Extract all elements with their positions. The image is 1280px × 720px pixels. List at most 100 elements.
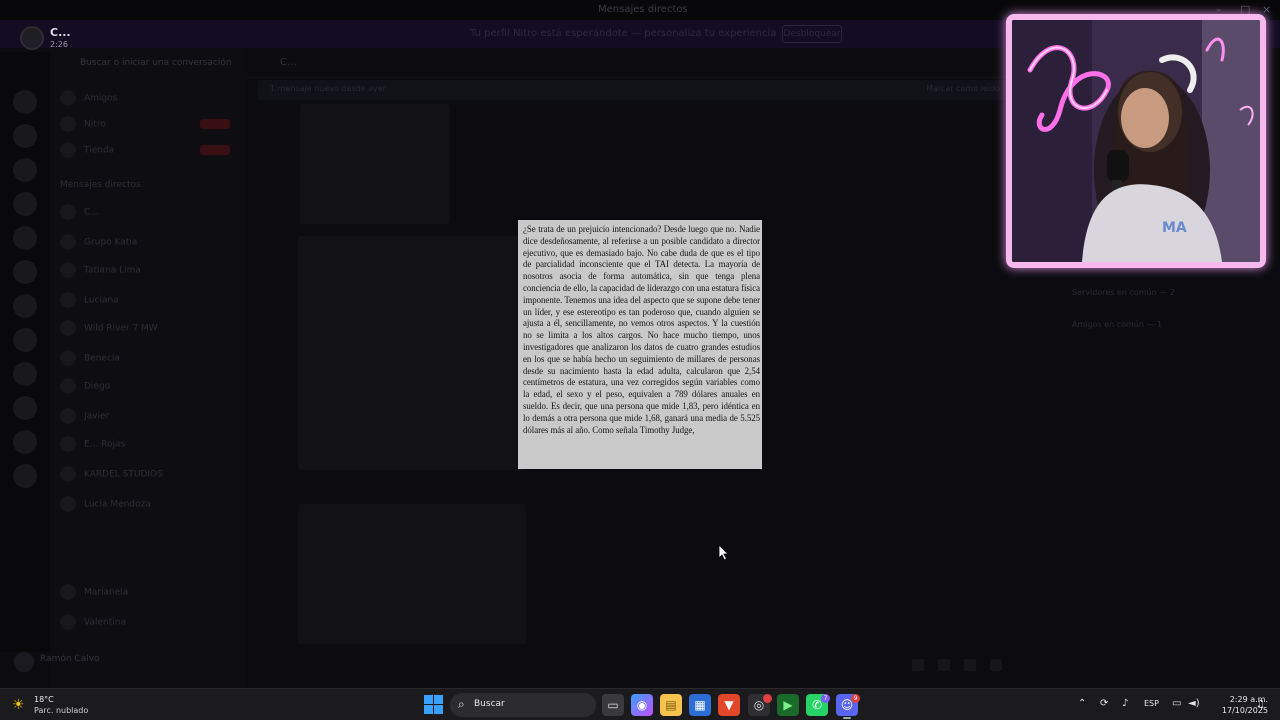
language-indicator[interactable]: ESP <box>1144 699 1159 708</box>
start-button[interactable] <box>424 695 444 715</box>
gift-icon[interactable] <box>912 659 924 671</box>
emoji-icon[interactable] <box>990 659 1002 671</box>
mark-read-link[interactable]: Marcar como leído <box>926 84 1000 93</box>
windows-logo-icon <box>424 705 433 714</box>
play-app-icon[interactable]: ▶ <box>777 694 799 716</box>
taskbar-search[interactable]: ⌕ Buscar <box>450 693 596 717</box>
server-list <box>0 52 50 652</box>
new-badge <box>200 119 230 129</box>
discord-icon[interactable]: ☺ 9 <box>836 694 860 719</box>
server-icon[interactable] <box>13 328 37 352</box>
mutual-servers[interactable]: Servidores en común — 2 <box>1072 288 1175 297</box>
call-avatar <box>20 26 44 50</box>
user-name: Ramón Calvo <box>40 654 100 664</box>
file-explorer-icon[interactable]: ▤ <box>660 694 682 716</box>
close-icon[interactable]: × <box>1262 3 1271 16</box>
cursor-icon <box>718 544 729 561</box>
avatar <box>60 234 76 250</box>
server-icon[interactable] <box>13 362 37 386</box>
nitro-icon <box>60 116 76 132</box>
sticker-icon[interactable] <box>964 659 976 671</box>
dm-item[interactable]: Javier <box>60 408 109 424</box>
windows-taskbar: ☀ 18°C Parc. nublado ⌕ Buscar ▭ ◉ ▤ ▦ ▼ … <box>0 688 1280 720</box>
dm-item[interactable]: KARDEL STUDIOS <box>60 466 163 482</box>
sidebar-item-nitro[interactable]: Nitro <box>60 116 106 132</box>
window-title: Mensajes directos <box>598 4 688 15</box>
dm-sidebar: Buscar o iniciar una conversación Amigos… <box>50 48 246 688</box>
banner-button[interactable]: Desbloquear <box>782 25 842 43</box>
shop-icon <box>60 142 76 158</box>
weather-condition: Parc. nublado <box>34 706 89 715</box>
windows-logo-icon <box>424 695 433 704</box>
dm-item[interactable]: Marianela <box>60 584 128 600</box>
dm-item[interactable]: Luciana <box>60 292 119 308</box>
chat-title: C... <box>280 57 297 68</box>
avatar <box>60 378 76 394</box>
weather-temp: 18°C <box>34 695 54 704</box>
dm-item[interactable]: Diego <box>60 378 110 394</box>
store-icon[interactable]: ▦ <box>689 694 711 716</box>
message-image[interactable] <box>300 104 450 224</box>
webcam-overlay: MA <box>1006 14 1266 268</box>
dm-search-input[interactable]: Buscar o iniciar una conversación <box>80 58 232 68</box>
dm-item[interactable]: Valentina <box>60 614 126 630</box>
avatar <box>60 614 76 630</box>
user-panel: Ramón Calvo <box>10 648 240 676</box>
system-tray: ⌃ ⟳ ♪ ESP ▭ ◄) 2:29 a.m. 17/10/2025 <box>1074 693 1274 717</box>
server-icon[interactable] <box>13 396 37 420</box>
sync-icon[interactable]: ⟳ <box>1100 698 1108 709</box>
add-server-icon[interactable] <box>13 430 37 454</box>
server-icon[interactable] <box>13 192 37 216</box>
avatar <box>60 262 76 278</box>
server-icon[interactable] <box>13 294 37 318</box>
dm-item[interactable]: E... Rojas <box>60 436 125 452</box>
explore-icon[interactable] <box>13 464 37 488</box>
brave-icon[interactable]: ▼ <box>718 694 740 716</box>
svg-text:MA: MA <box>1162 220 1187 236</box>
avatar <box>60 496 76 512</box>
avatar <box>60 292 76 308</box>
dm-item[interactable]: Wild River 7 MW <box>60 320 158 336</box>
task-view-button[interactable]: ▭ <box>602 694 624 716</box>
server-icon[interactable] <box>13 90 37 114</box>
message-image[interactable] <box>298 504 526 644</box>
dm-item[interactable]: Tatiana Lima <box>60 262 141 278</box>
message-image[interactable] <box>298 236 526 470</box>
notification-bell-icon[interactable]: ♫ <box>1256 699 1265 710</box>
streamer-webcam-image: MA <box>1012 20 1260 262</box>
dm-section-header: Mensajes directos <box>60 180 141 190</box>
obs-icon[interactable]: ◎ <box>748 694 772 716</box>
discord-badge: 9 <box>851 694 860 703</box>
server-icon[interactable] <box>13 158 37 182</box>
whatsapp-icon[interactable]: ✆ 7 <box>806 694 830 716</box>
book-page-image: ¿Se trata de un prejuicio intencionado? … <box>518 220 762 469</box>
composer-toolbar <box>912 656 1042 671</box>
chevron-up-icon[interactable]: ⌃ <box>1078 698 1086 709</box>
windows-logo-icon <box>434 705 443 714</box>
active-indicator <box>843 717 851 719</box>
avatar <box>60 350 76 366</box>
gif-icon[interactable] <box>938 659 950 671</box>
mutual-friends[interactable]: Amigos en común — 1 <box>1072 320 1162 329</box>
weather-widget[interactable]: ☀ 18°C Parc. nublado <box>10 693 120 717</box>
server-icon[interactable] <box>13 124 37 148</box>
volume-icon[interactable]: ◄) <box>1188 698 1200 709</box>
dm-item[interactable]: C... <box>60 204 99 220</box>
copilot-icon[interactable]: ◉ <box>631 694 653 716</box>
microphone-icon[interactable]: ♪ <box>1122 698 1128 709</box>
avatar <box>60 320 76 336</box>
dm-item[interactable]: Benecia <box>60 350 120 366</box>
sidebar-item-shop[interactable]: Tienda <box>60 142 114 158</box>
dm-item[interactable]: Grupo Katia <box>60 234 137 250</box>
dm-item[interactable]: Lucía Mendoza <box>60 496 151 512</box>
sidebar-item-friends[interactable]: Amigos <box>60 90 117 106</box>
search-icon: ⌕ <box>458 697 465 711</box>
server-icon[interactable] <box>13 226 37 250</box>
friends-icon <box>60 90 76 106</box>
new-messages-bar[interactable]: 1 mensaje nuevo desde ayer Marcar como l… <box>258 80 1010 100</box>
user-avatar[interactable] <box>14 652 34 672</box>
network-icon[interactable]: ▭ <box>1172 698 1181 709</box>
server-icon[interactable] <box>13 260 37 284</box>
search-placeholder: Buscar <box>474 699 505 709</box>
recording-badge <box>763 694 772 703</box>
